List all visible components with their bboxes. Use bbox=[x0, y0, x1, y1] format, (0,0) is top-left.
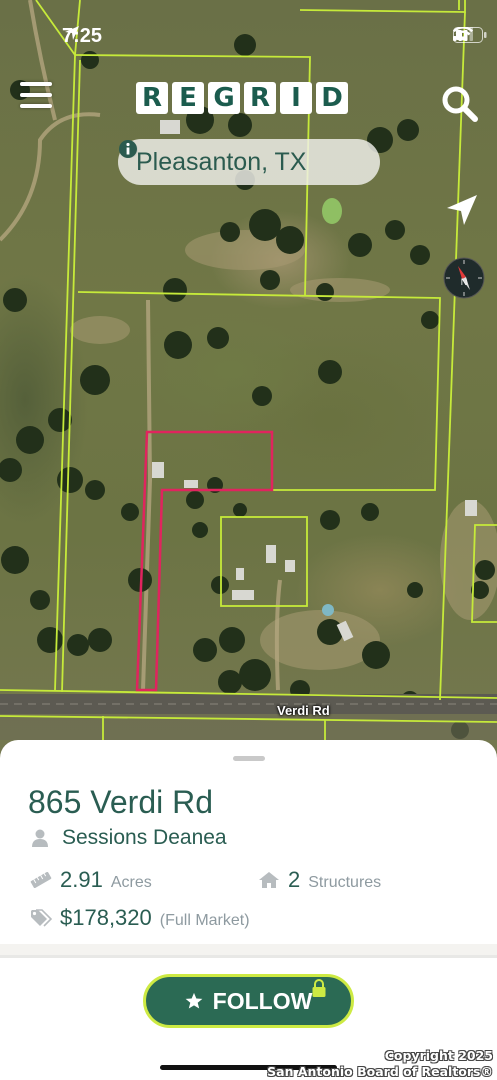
navigation-arrow-icon bbox=[447, 195, 477, 225]
lock-badge bbox=[311, 978, 327, 1003]
price-value: $178,320 bbox=[60, 905, 152, 930]
person-icon bbox=[32, 829, 48, 847]
battery-icon bbox=[453, 27, 487, 43]
search-icon bbox=[442, 86, 478, 122]
logo-letter: G bbox=[208, 82, 240, 114]
copyright-line-2: San Antonio Board of Realtors® bbox=[267, 1064, 493, 1079]
location-pill[interactable]: Pleasanton, TX bbox=[118, 139, 380, 185]
logo-letter: E bbox=[172, 82, 204, 114]
price-row: $178,320 (Full Market) bbox=[30, 905, 250, 931]
status-time: 7:25 bbox=[62, 25, 103, 47]
location-name: Pleasanton, TX bbox=[136, 147, 307, 176]
owner-row: Sessions Deanea bbox=[32, 826, 227, 850]
road-label: Verdi Rd bbox=[277, 703, 330, 718]
sheet-divider bbox=[0, 944, 497, 958]
house-icon bbox=[259, 872, 279, 888]
logo-letter: R bbox=[244, 82, 276, 114]
logo-letter: R bbox=[136, 82, 168, 114]
owner-name: Sessions Deanea bbox=[62, 826, 227, 849]
ruler-icon bbox=[30, 872, 52, 888]
lock-icon bbox=[312, 979, 326, 997]
location-services-icon bbox=[65, 26, 79, 40]
acres-unit: Acres bbox=[110, 874, 152, 891]
svg-text:N: N bbox=[461, 277, 468, 287]
acres-value: 2.91 bbox=[60, 867, 103, 892]
acres-stat: 2.91 Acres bbox=[30, 867, 152, 893]
parcel-details-sheet[interactable]: 865 Verdi Rd Sessions Deanea 2.91 Acres … bbox=[0, 740, 497, 1080]
follow-label: FOLLOW bbox=[212, 987, 313, 1014]
logo-letter: I bbox=[280, 82, 312, 114]
menu-icon bbox=[20, 82, 52, 86]
menu-button[interactable] bbox=[20, 82, 52, 112]
parcel-address: 865 Verdi Rd bbox=[28, 784, 214, 820]
structures-stat: 2 Structures bbox=[258, 867, 381, 893]
map-imagery bbox=[0, 0, 497, 740]
compass-icon: N bbox=[443, 257, 485, 299]
sheet-drag-handle[interactable] bbox=[233, 756, 265, 761]
info-icon bbox=[119, 140, 137, 158]
logo-letter: D bbox=[316, 82, 348, 114]
structures-value: 2 bbox=[288, 867, 301, 892]
copyright-notice: Copyright 2025 San Antonio Board of Real… bbox=[267, 1048, 493, 1080]
price-tag-icon bbox=[31, 909, 52, 927]
regrid-logo: R E G R I D bbox=[136, 82, 348, 114]
copyright-line-1: Copyright 2025 bbox=[384, 1048, 493, 1063]
satellite-map[interactable]: 7:25 R E G R I D Pleasanton, TX N Verdi … bbox=[0, 0, 497, 760]
price-note: (Full Market) bbox=[159, 912, 250, 929]
star-icon bbox=[185, 992, 203, 1009]
structures-unit: Structures bbox=[308, 874, 382, 891]
